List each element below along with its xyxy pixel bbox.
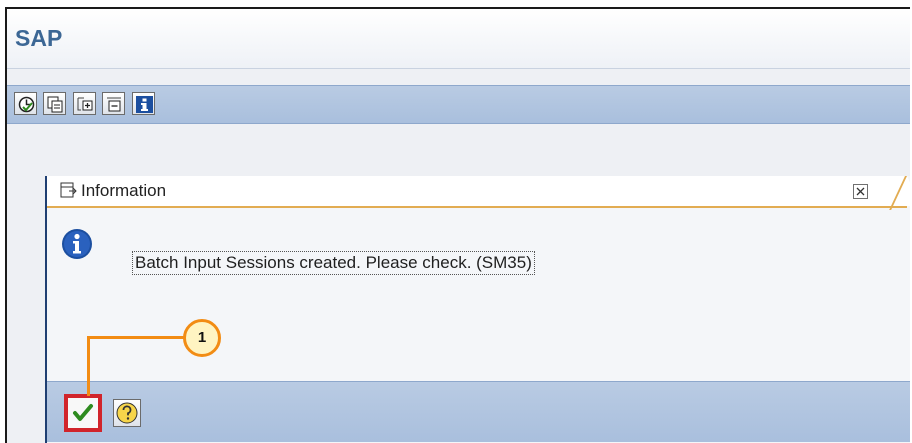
checkmark-icon [73,404,93,421]
dialog-window-icon [60,182,78,204]
sap-window: SAP Information Batch Input Sessions cre… [5,7,910,443]
information-dialog: Information Batch Input Sessions created… [45,176,910,443]
information-icon [136,96,153,113]
dialog-header: Information [47,176,907,208]
application-toolbar [7,85,910,124]
dialog-button-bar [47,381,910,442]
close-button[interactable] [853,184,868,199]
info-button[interactable] [132,92,155,115]
execute-button[interactable] [14,92,37,115]
help-icon [116,402,138,424]
close-icon [856,187,865,196]
dialog-message: Batch Input Sessions created. Please che… [132,251,535,275]
copy-icon [47,96,63,113]
callout-connector [87,336,187,339]
title-bar: SAP [7,9,910,69]
expand-node-icon [77,97,93,111]
help-button[interactable] [113,399,141,427]
execute-clock-icon [18,96,35,113]
info-icon [61,228,93,265]
copy-button[interactable] [43,92,66,115]
callout-connector-vertical [87,336,90,396]
continue-button[interactable] [64,394,102,432]
dialog-title: Information [81,181,167,200]
collapse-button[interactable] [102,92,125,115]
collapse-node-icon [107,97,121,112]
expand-button[interactable] [73,92,96,115]
dialog-header-corner [907,176,910,206]
app-title: SAP [15,25,63,51]
callout-step-number: 1 [183,319,221,357]
